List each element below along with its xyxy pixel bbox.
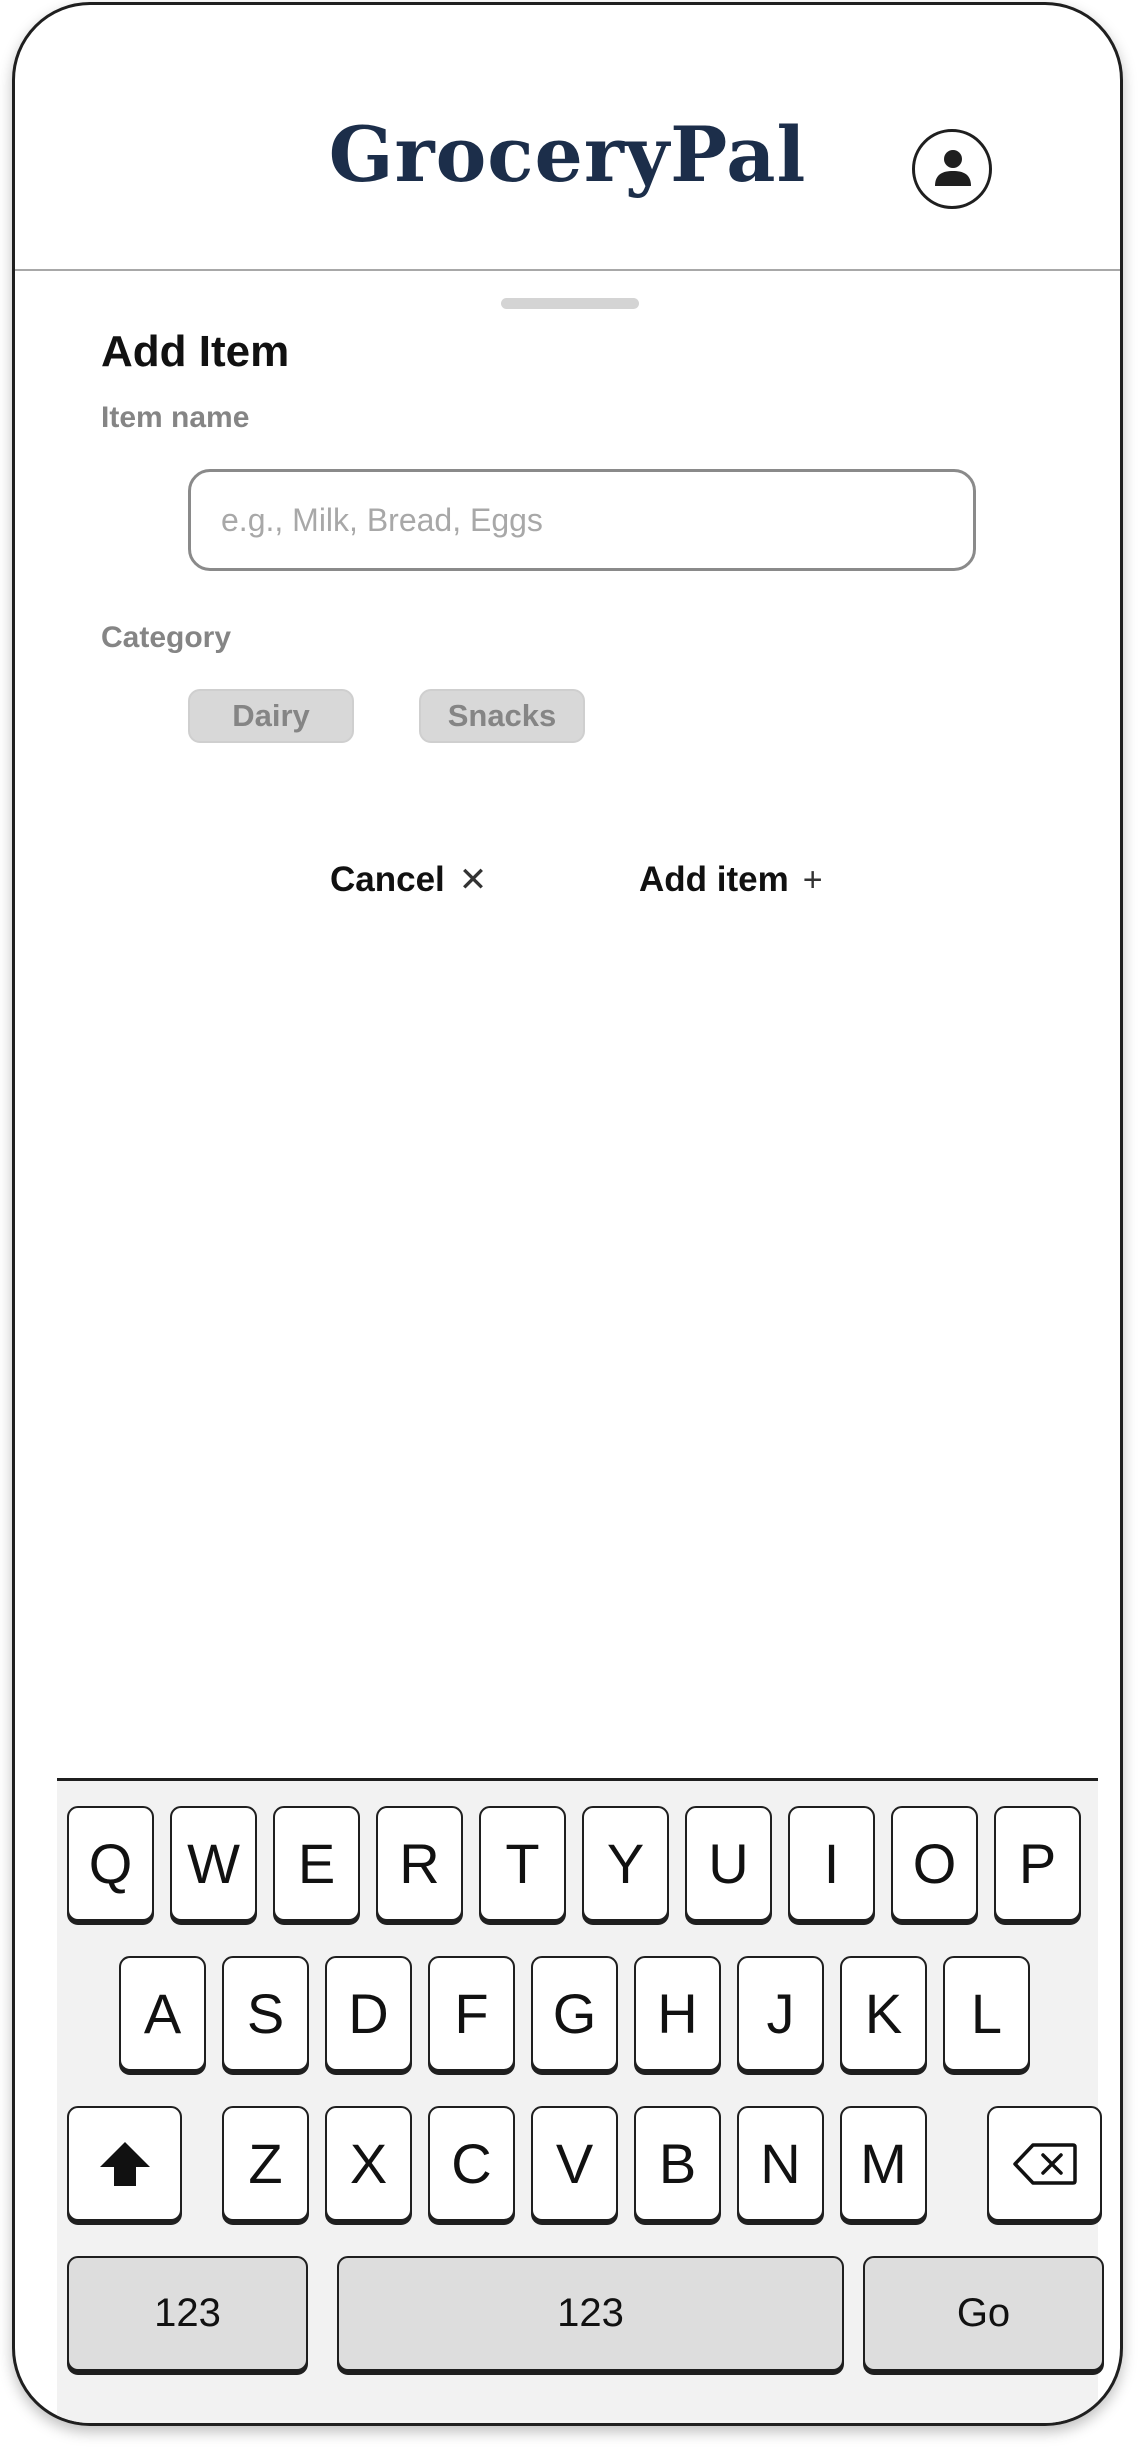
key-i[interactable]: I	[788, 1806, 875, 1921]
shift-key[interactable]	[67, 2106, 182, 2221]
key-s[interactable]: S	[222, 1956, 309, 2071]
key-t[interactable]: T	[479, 1806, 566, 1921]
key-n[interactable]: N	[737, 2106, 824, 2221]
category-label: Category	[101, 621, 232, 654]
cancel-button[interactable]: Cancel ✕	[330, 860, 487, 900]
user-icon	[935, 150, 971, 186]
space-key[interactable]: 123	[337, 2256, 844, 2371]
app-header: GroceryPal	[15, 5, 1120, 271]
go-key[interactable]: Go	[863, 2256, 1104, 2371]
key-y[interactable]: Y	[582, 1806, 669, 1921]
key-u[interactable]: U	[685, 1806, 772, 1921]
add-item-button[interactable]: Add item +	[639, 860, 823, 900]
key-j[interactable]: J	[737, 1956, 824, 2071]
item-name-input[interactable]	[188, 469, 976, 571]
key-c[interactable]: C	[428, 2106, 515, 2221]
key-h[interactable]: H	[634, 1956, 721, 2071]
key-v[interactable]: V	[531, 2106, 618, 2221]
key-o[interactable]: O	[891, 1806, 978, 1921]
key-x[interactable]: X	[325, 2106, 412, 2221]
key-q[interactable]: Q	[67, 1806, 154, 1921]
key-e[interactable]: E	[273, 1806, 360, 1921]
key-m[interactable]: M	[840, 2106, 927, 2221]
sheet-title: Add Item	[101, 327, 290, 376]
key-a[interactable]: A	[119, 1956, 206, 2071]
key-b[interactable]: B	[634, 2106, 721, 2221]
key-w[interactable]: W	[170, 1806, 257, 1921]
profile-button[interactable]	[912, 129, 992, 209]
numbers-key[interactable]: 123	[67, 2256, 308, 2371]
plus-icon: +	[802, 860, 823, 899]
key-p[interactable]: P	[994, 1806, 1081, 1921]
key-l[interactable]: L	[943, 1956, 1030, 2071]
on-screen-keyboard: Q W E R T Y U I O P A S D F G H J K L Z …	[57, 1778, 1104, 2423]
phone-frame: GroceryPal Add Item Item name Category D…	[12, 2, 1123, 2426]
backspace-icon	[1012, 2142, 1077, 2185]
key-g[interactable]: G	[531, 1956, 618, 2071]
shift-icon	[99, 2141, 150, 2186]
add-item-label: Add item	[639, 860, 789, 899]
category-chip-dairy[interactable]: Dairy	[188, 689, 354, 743]
backspace-key[interactable]	[987, 2106, 1102, 2221]
sheet-drag-handle[interactable]	[501, 298, 639, 309]
key-f[interactable]: F	[428, 1956, 515, 2071]
item-name-label: Item name	[101, 401, 250, 434]
key-d[interactable]: D	[325, 1956, 412, 2071]
key-z[interactable]: Z	[222, 2106, 309, 2221]
category-chip-snacks[interactable]: Snacks	[419, 689, 585, 743]
key-k[interactable]: K	[840, 1956, 927, 2071]
cancel-label: Cancel	[330, 860, 445, 899]
close-icon: ✕	[458, 861, 488, 899]
key-r[interactable]: R	[376, 1806, 463, 1921]
